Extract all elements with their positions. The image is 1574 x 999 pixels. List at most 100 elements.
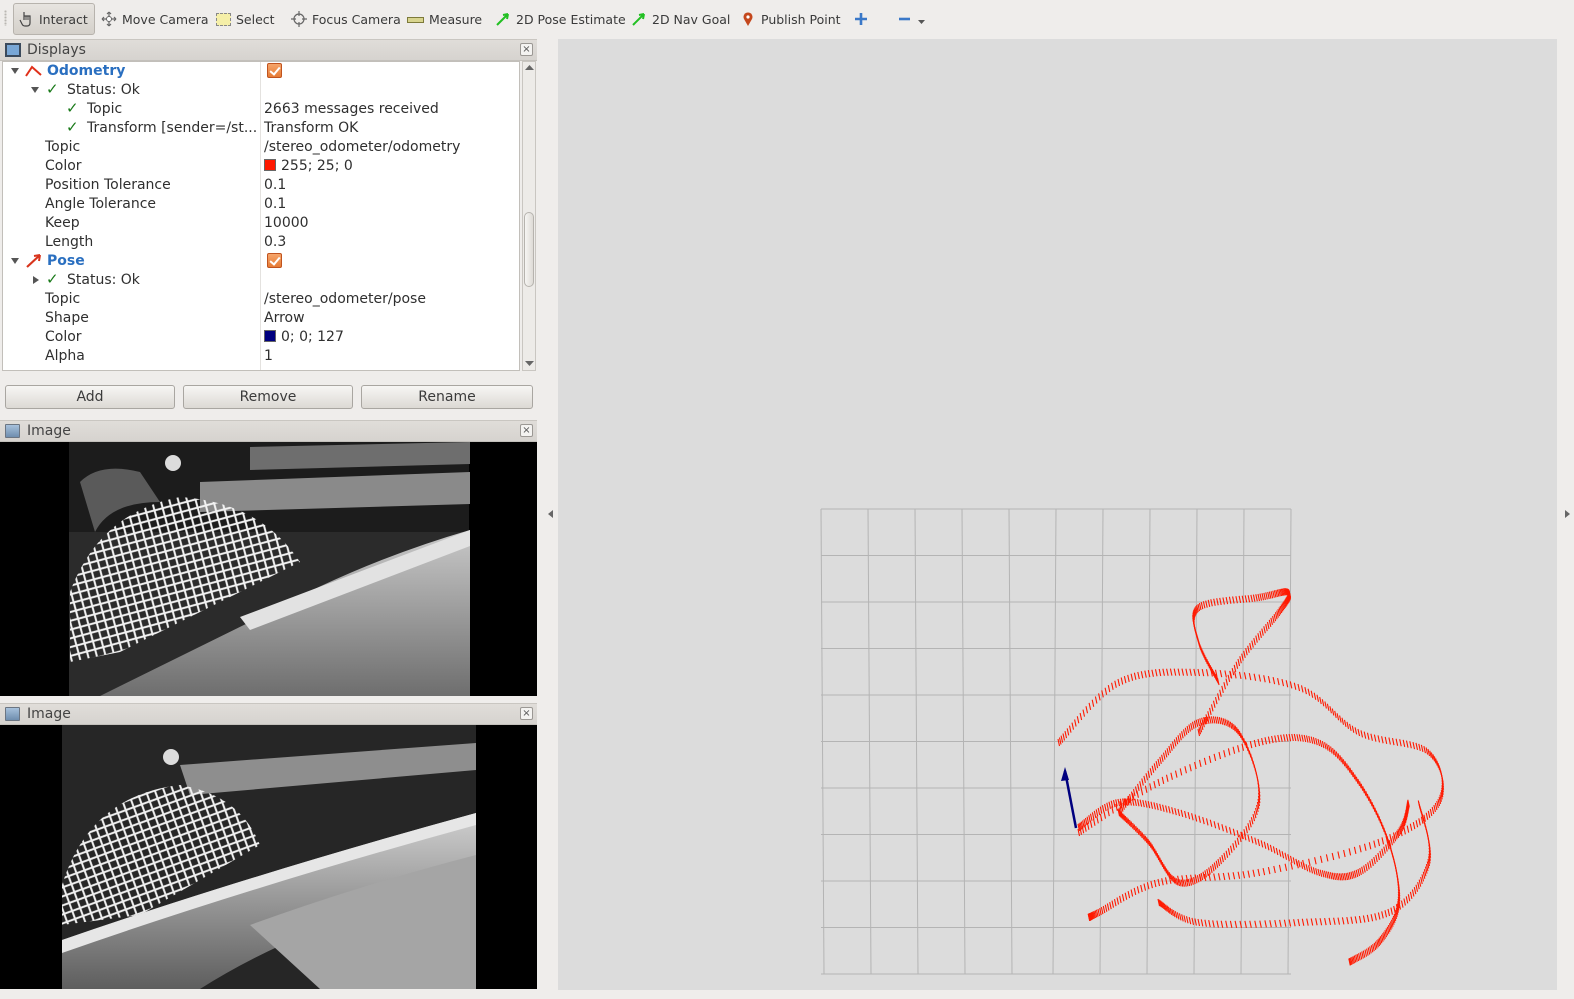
alpha-value[interactable]: 1 (264, 348, 273, 364)
3d-scene[interactable] (558, 39, 1557, 990)
focus-camera-tool-button[interactable]: Focus Camera (287, 3, 405, 35)
publish-point-tool-button[interactable]: Publish Point (736, 3, 845, 35)
collapse-right-icon[interactable] (1565, 510, 1570, 518)
tree-row-odometry-status[interactable]: ✓ Status: Ok (3, 80, 519, 100)
odometry-topic-value[interactable]: /stereo_odometer/odometry (264, 139, 460, 155)
2d-pose-estimate-tool-button[interactable]: 2D Pose Estimate (491, 3, 630, 35)
publish-point-label: Publish Point (761, 11, 841, 27)
camera-image-right (62, 725, 476, 989)
ground-grid (820, 508, 1292, 975)
property-label: Topic (45, 291, 81, 307)
move-camera-icon (101, 11, 117, 27)
tree-row-odometry[interactable]: Odometry (3, 62, 519, 81)
tree-row-keep[interactable]: Keep 10000 (3, 214, 519, 233)
add-display-button[interactable]: Add (5, 385, 175, 409)
tree-row-pose-topic[interactable]: Topic /stereo_odometer/pose (3, 290, 519, 309)
property-label: Shape (45, 310, 89, 326)
angle-tolerance-value[interactable]: 0.1 (264, 196, 286, 212)
odometry-display-name: Odometry (47, 63, 126, 79)
tree-row-alpha[interactable]: Alpha 1 (3, 347, 519, 366)
3d-viewport[interactable] (558, 39, 1557, 990)
property-label: Length (45, 234, 94, 250)
color-swatch[interactable] (264, 330, 276, 342)
remove-tool-button[interactable] (893, 3, 930, 35)
tree-row-pose-color[interactable]: Color 0; 0; 127 (3, 328, 519, 347)
close-icon[interactable]: × (520, 424, 533, 437)
scroll-up-icon[interactable] (525, 65, 534, 71)
close-icon[interactable]: × (520, 43, 533, 56)
remove-display-button[interactable]: Remove (183, 385, 353, 409)
add-tool-button[interactable] (849, 3, 873, 35)
expand-arrow-icon[interactable] (31, 87, 39, 93)
tree-row-odometry-color[interactable]: Color 255; 25; 0 (3, 157, 519, 176)
tree-row-transform-status[interactable]: ✓ Transform [sender=/st... Transform OK (3, 118, 519, 138)
expand-arrow-icon[interactable] (11, 68, 19, 74)
position-tolerance-value[interactable]: 0.1 (264, 177, 286, 193)
tree-row-angle-tolerance[interactable]: Angle Tolerance 0.1 (3, 195, 519, 214)
tree-row-pose[interactable]: Pose (3, 252, 519, 271)
chevron-down-icon[interactable] (918, 18, 926, 26)
focus-camera-label: Focus Camera (312, 11, 401, 27)
displays-scrollbar[interactable] (522, 61, 536, 371)
check-icon: ✓ (46, 80, 59, 98)
scrollbar-thumb[interactable] (524, 212, 534, 287)
interact-tool-button[interactable]: Interact (13, 3, 95, 35)
odometry-color-value[interactable]: 255; 25; 0 (264, 158, 353, 174)
measure-tool-button[interactable]: Measure (403, 3, 486, 35)
image-icon (5, 707, 20, 721)
pose-display-name: Pose (47, 253, 85, 269)
scroll-down-icon[interactable] (525, 361, 534, 367)
monitor-icon (5, 43, 21, 57)
displays-tree: Odometry ✓ Status: Ok ✓ Topic 2663 messa… (2, 61, 520, 371)
check-icon: ✓ (46, 270, 59, 288)
collapse-left-icon[interactable] (548, 510, 553, 518)
camera-image-left (69, 442, 470, 696)
hand-pointer-icon (19, 12, 31, 27)
tree-row-pose-status[interactable]: ✓ Status: Ok (3, 270, 519, 290)
expand-arrow-icon[interactable] (33, 276, 39, 284)
pose-enabled-checkbox[interactable] (267, 253, 282, 268)
odometry-color-text: 255; 25; 0 (281, 158, 353, 174)
tree-row-length[interactable]: Length 0.3 (3, 233, 519, 252)
property-label: Position Tolerance (45, 177, 171, 193)
check-icon: ✓ (66, 118, 79, 136)
odometry-enabled-checkbox[interactable] (267, 63, 282, 78)
pose-color-text: 0; 0; 127 (281, 329, 344, 345)
focus-camera-icon (291, 11, 307, 27)
pose-display-icon (26, 254, 41, 268)
property-label: Angle Tolerance (45, 196, 157, 212)
select-label: Select (236, 11, 275, 27)
2d-pose-estimate-label: 2D Pose Estimate (516, 11, 626, 27)
green-arrow-icon (632, 13, 645, 26)
status-label: Status: Ok (67, 82, 140, 98)
pose-color-value[interactable]: 0; 0; 127 (264, 329, 344, 345)
tree-row-odometry-topic[interactable]: Topic /stereo_odometer/odometry (3, 138, 519, 157)
pose-topic-value[interactable]: /stereo_odometer/pose (264, 291, 426, 307)
move-camera-tool-button[interactable]: Move Camera (97, 3, 213, 35)
color-swatch[interactable] (264, 159, 276, 171)
tree-row-position-tolerance[interactable]: Position Tolerance 0.1 (3, 176, 519, 195)
tree-row-topic-status[interactable]: ✓ Topic 2663 messages received (3, 99, 519, 119)
status-label: Status: Ok (67, 272, 140, 288)
keep-value[interactable]: 10000 (264, 215, 309, 231)
camera-image-view (0, 442, 537, 696)
select-tool-button[interactable]: Select (212, 3, 279, 35)
transform-status-value: Transform OK (264, 120, 359, 136)
green-arrow-icon (496, 13, 509, 26)
transform-status-label: Transform [sender=/st... (87, 120, 258, 136)
rename-display-button[interactable]: Rename (361, 385, 533, 409)
image-panel-header: Image × (0, 420, 537, 442)
map-pin-icon (743, 12, 753, 26)
ruler-icon (407, 16, 424, 23)
tree-row-shape[interactable]: Shape Arrow (3, 309, 519, 328)
close-icon[interactable]: × (520, 707, 533, 720)
toolbar-grip[interactable] (4, 10, 7, 26)
2d-nav-goal-tool-button[interactable]: 2D Nav Goal (627, 3, 734, 35)
displays-panel-title: Displays (27, 42, 86, 58)
image-icon (5, 424, 20, 438)
expand-arrow-icon[interactable] (11, 258, 19, 264)
odometry-display-icon (25, 65, 42, 77)
shape-value[interactable]: Arrow (264, 310, 305, 326)
length-value[interactable]: 0.3 (264, 234, 286, 250)
move-camera-label: Move Camera (122, 11, 209, 27)
